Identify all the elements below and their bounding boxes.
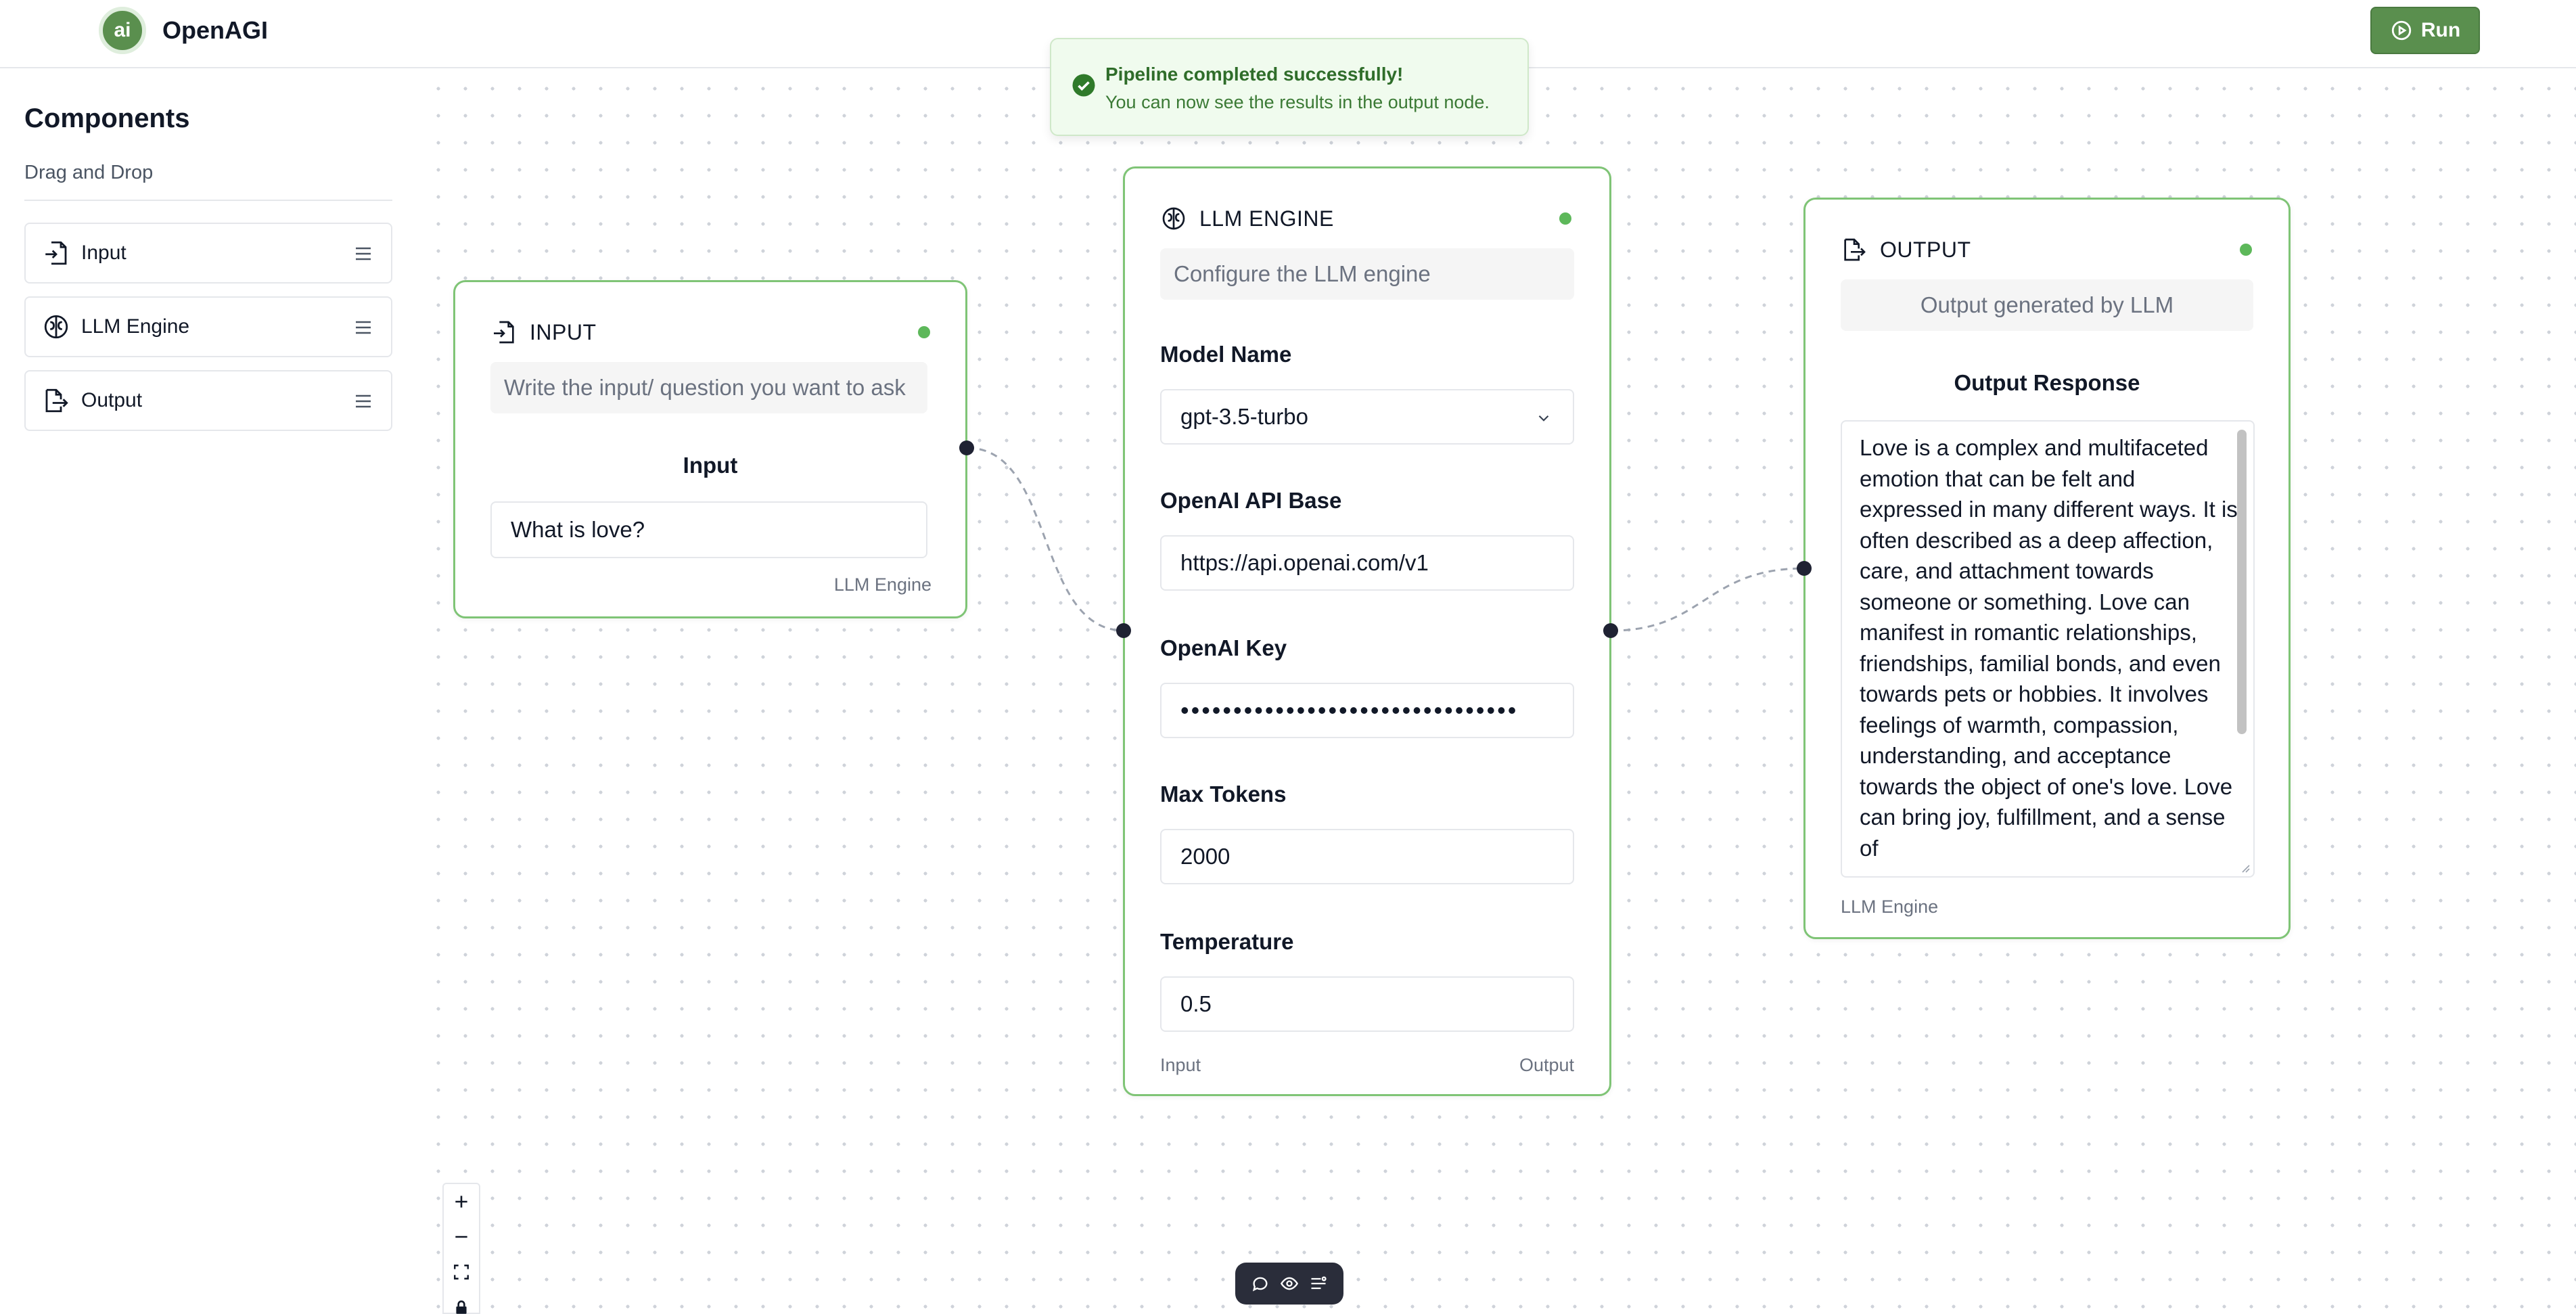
drag-handle-icon[interactable] [354,320,372,335]
check-circle-icon [1072,74,1095,97]
input-question-field[interactable]: What is love? [490,501,927,558]
brain-icon [1162,207,1185,230]
components-sidebar: Components Drag and Drop Input LLM Engin… [0,70,419,1314]
brain-icon [44,315,68,339]
node-footer-output-label: Output [1519,1055,1574,1075]
status-dot [1559,212,1571,225]
fit-view-icon [454,1265,469,1279]
node-title: OUTPUT [1880,237,1971,262]
lock-button[interactable] [444,1290,479,1314]
llm-engine-node[interactable]: LLM ENGINE Configure the LLM engine Mode… [1123,166,1611,1096]
sidebar-item-llm-engine[interactable]: LLM Engine [24,296,392,357]
file-input-icon [494,321,514,344]
model-name-select[interactable]: gpt-3.5-turbo [1160,389,1574,445]
sidebar-title: Components [24,104,190,133]
input-field-label: Input [683,453,738,478]
chat-bubble-icon[interactable] [1251,1274,1270,1293]
textarea-scrollbar[interactable] [2237,430,2247,734]
fit-view-button[interactable] [444,1254,479,1290]
node-description: Output generated by LLM [1841,279,2253,331]
sidebar-item-label: LLM Engine [81,315,190,338]
eye-toggle-icon[interactable] [1280,1274,1299,1293]
openagi-logo: ai [99,7,146,54]
list-settings-icon[interactable] [1309,1274,1328,1293]
play-circle-icon [2391,20,2411,41]
api-base-label: OpenAI API Base [1160,488,1342,513]
toast-message: You can now see the results in the outpu… [1105,92,1490,112]
sidebar-item-input[interactable]: Input [24,223,392,284]
output-response-text: Love is a complex and multifaceted emoti… [1860,435,2238,861]
chevron-down-icon [1538,415,1549,422]
logo-text: ai [114,19,131,41]
llm-target-handle[interactable] [1116,623,1131,638]
sidebar-item-label: Output [81,389,143,411]
node-footer-label: LLM Engine [1841,897,1939,917]
model-name-value: gpt-3.5-turbo [1180,404,1308,429]
openai-key-label: OpenAI Key [1160,635,1287,660]
input-node[interactable]: INPUT Write the input/ question you want… [453,280,967,618]
sidebar-item-output[interactable]: Output [24,370,392,431]
node-title: LLM ENGINE [1199,206,1334,231]
bottom-toolbar [1235,1263,1343,1305]
minus-icon [455,1236,467,1238]
output-node[interactable]: OUTPUT Output generated by LLM Output Re… [1803,198,2291,939]
drag-handle-icon[interactable] [354,246,372,261]
output-target-handle[interactable] [1797,561,1812,576]
brand-name: OpenAGI [162,16,269,44]
openai-key-field[interactable]: •••••••••••••••••••••••••••••••• [1160,683,1574,738]
model-name-label: Model Name [1160,342,1292,367]
node-title: INPUT [530,319,597,344]
node-description: Configure the LLM engine [1160,248,1574,300]
node-description: Write the input/ question you want to as… [490,362,927,413]
run-button[interactable]: Run [2370,7,2480,54]
node-footer-label: LLM Engine [833,574,932,595]
status-dot [2240,244,2252,256]
status-dot [918,326,930,338]
zoom-in-button[interactable] [444,1184,479,1219]
sidebar-subtitle: Drag and Drop [24,162,154,183]
api-base-field[interactable]: https://api.openai.com/v1 [1160,535,1574,591]
resize-grip-icon[interactable] [2238,861,2251,874]
plus-icon [455,1196,467,1208]
llm-source-handle[interactable] [1603,623,1618,638]
lock-icon [456,1300,467,1314]
drag-handle-icon[interactable] [354,394,372,409]
success-toast: Pipeline completed successfully! You can… [1050,38,1529,136]
file-input-icon [45,241,67,265]
output-response-label: Output Response [1954,370,2140,395]
max-tokens-label: Max Tokens [1160,781,1287,807]
toast-title: Pipeline completed successfully! [1105,64,1404,85]
sidebar-item-label: Input [81,242,127,264]
zoom-out-button[interactable] [444,1219,479,1254]
output-response-textarea[interactable]: Love is a complex and multifaceted emoti… [1841,420,2255,878]
temperature-field[interactable]: 0.5 [1160,976,1574,1032]
canvas-controls [442,1183,480,1314]
node-footer-input-label: Input [1160,1055,1201,1075]
input-source-handle[interactable] [959,440,974,455]
temperature-label: Temperature [1160,929,1294,954]
file-output-icon [1844,238,1866,261]
sidebar-divider [24,200,392,201]
max-tokens-field[interactable]: 2000 [1160,829,1574,884]
run-button-label: Run [2420,19,2461,41]
file-output-icon [45,388,68,413]
